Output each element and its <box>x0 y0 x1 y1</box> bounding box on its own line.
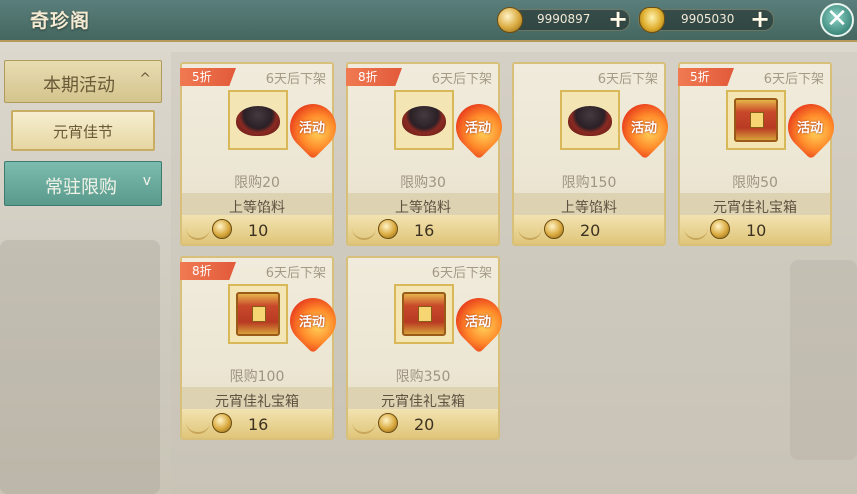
event-badge-label: 活动 <box>464 121 491 136</box>
shop-item-card[interactable]: 8折 6天后下架 活动 限购30 上等馅料 16 <box>346 62 512 246</box>
coin-balance-value: 9990897 <box>537 12 591 26</box>
nav-permanent-label: 常驻限购 <box>45 177 117 198</box>
item-name: 元宵佳礼宝箱 <box>713 200 797 216</box>
item-price: 10 <box>746 221 767 240</box>
coin-icon <box>544 219 564 239</box>
top-bar: 奇珍阁 9990897 + 9905030 + ✕ <box>0 0 857 42</box>
close-button[interactable]: ✕ <box>820 3 854 37</box>
nav-sub-lantern-festival[interactable]: 元宵佳节 <box>11 110 155 151</box>
item-purchase-limit: 限购30 <box>400 175 446 191</box>
discount-badge: 8折 <box>180 262 236 280</box>
coin-icon <box>497 7 523 33</box>
item-purchase-limit: 限购100 <box>229 369 285 385</box>
discount-badge: 5折 <box>180 68 236 86</box>
item-purchase-limit: 限购150 <box>561 175 617 191</box>
item-name: 元宵佳礼宝箱 <box>215 394 299 410</box>
nav-current-event[interactable]: 本期活动 ^ <box>4 60 162 103</box>
event-badge: 活动 <box>446 94 512 160</box>
chevron-up-icon: ^ <box>139 71 151 87</box>
item-price: 16 <box>414 221 435 240</box>
item-icon-frame <box>394 90 454 150</box>
ingot-balance: 9905030 + <box>638 7 774 33</box>
event-badge: 活动 <box>612 94 678 160</box>
item-name: 元宵佳礼宝箱 <box>381 394 465 410</box>
discount-badge: 5折 <box>678 68 734 86</box>
event-badge-label: 活动 <box>796 121 823 136</box>
item-icon-frame <box>228 90 288 150</box>
chevron-down-icon: v <box>142 173 151 189</box>
add-coin-button[interactable]: + <box>607 7 629 31</box>
item-price: 10 <box>248 221 269 240</box>
item-icon-frame <box>560 90 620 150</box>
item-grid: 5折 6天后下架 活动 限购20 上等馅料 10 8折 6天后下架 活动 限购3… <box>171 52 857 494</box>
event-badge-label: 活动 <box>298 315 325 330</box>
item-expiry: 6天后下架 <box>597 72 658 87</box>
treasure-chest-icon <box>236 292 280 336</box>
item-icon-frame <box>228 284 288 344</box>
coin-icon <box>378 413 398 433</box>
add-ingot-button[interactable]: + <box>749 7 771 31</box>
ingot-balance-value: 9905030 <box>681 12 735 26</box>
shop-item-card[interactable]: 5折 6天后下架 活动 限购50 元宵佳礼宝箱 10 <box>678 62 844 246</box>
coin-icon <box>378 219 398 239</box>
item-icon-frame <box>394 284 454 344</box>
coin-icon <box>212 413 232 433</box>
shop-item-card[interactable]: 6天后下架 活动 限购150 上等馅料 20 <box>512 62 678 246</box>
treasure-chest-icon <box>402 292 446 336</box>
item-purchase-limit: 限购50 <box>732 175 778 191</box>
item-expiry: 6天后下架 <box>265 266 326 281</box>
coin-icon <box>710 219 730 239</box>
event-badge: 活动 <box>280 288 346 354</box>
event-badge-label: 活动 <box>298 121 325 136</box>
nav-sub-label: 元宵佳节 <box>52 123 113 141</box>
shop-item-card[interactable]: 8折 6天后下架 活动 限购100 元宵佳礼宝箱 16 <box>180 256 346 440</box>
item-icon-frame <box>726 90 786 150</box>
bowl-icon <box>236 106 280 136</box>
item-expiry: 6天后下架 <box>431 266 492 281</box>
nav-permanent-limited[interactable]: 常驻限购 v <box>4 161 162 206</box>
window-title: 奇珍阁 <box>30 10 91 32</box>
item-name: 上等馅料 <box>395 200 451 216</box>
item-price: 16 <box>248 415 269 434</box>
event-badge: 活动 <box>280 94 346 160</box>
item-name: 上等馅料 <box>229 200 285 216</box>
item-expiry: 6天后下架 <box>265 72 326 87</box>
nav-current-event-label: 本期活动 <box>43 75 115 96</box>
item-purchase-limit: 限购20 <box>234 175 280 191</box>
event-badge-label: 活动 <box>464 315 491 330</box>
event-badge: 活动 <box>778 94 844 160</box>
coin-balance: 9990897 + <box>497 7 630 33</box>
coin-icon <box>212 219 232 239</box>
background-decoration <box>0 240 160 494</box>
item-expiry: 6天后下架 <box>763 72 824 87</box>
bowl-icon <box>402 106 446 136</box>
shop-item-card[interactable]: 5折 6天后下架 活动 限购20 上等馅料 10 <box>180 62 346 246</box>
ingot-icon <box>639 7 665 33</box>
item-price: 20 <box>414 415 435 434</box>
event-badge: 活动 <box>446 288 512 354</box>
treasure-chest-icon <box>734 98 778 142</box>
discount-badge: 8折 <box>346 68 402 86</box>
shop-item-card[interactable]: 6天后下架 活动 限购350 元宵佳礼宝箱 20 <box>346 256 512 440</box>
item-purchase-limit: 限购350 <box>395 369 451 385</box>
bowl-icon <box>568 106 612 136</box>
item-name: 上等馅料 <box>561 200 617 216</box>
item-price: 20 <box>580 221 601 240</box>
close-icon: ✕ <box>826 4 848 34</box>
item-expiry: 6天后下架 <box>431 72 492 87</box>
event-badge-label: 活动 <box>630 121 657 136</box>
